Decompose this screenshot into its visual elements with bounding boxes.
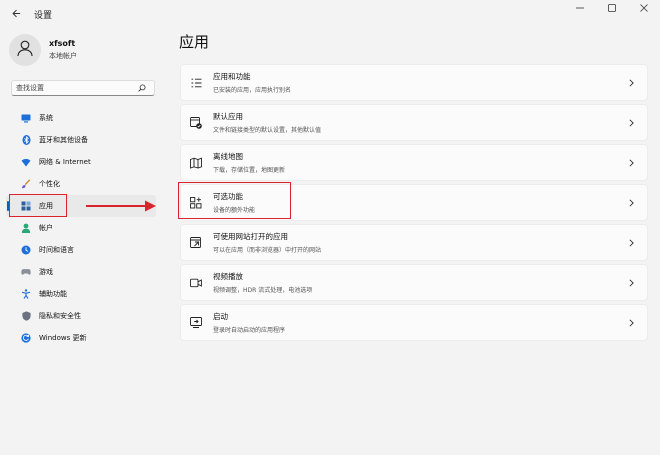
search-input[interactable] <box>12 84 136 92</box>
account-icon <box>21 223 31 233</box>
page-title: 应用 <box>179 33 210 51</box>
bluetooth-icon <box>21 135 31 145</box>
card-subtitle: 下载，存储位置，地图更新 <box>213 167 286 174</box>
user-name: xfsoft <box>49 39 76 48</box>
card-subtitle: 已安装的应用，应用执行别名 <box>213 87 292 94</box>
sidebar-item-label: 辅助功能 <box>39 290 67 298</box>
card-apps-features[interactable]: 应用和功能 已安装的应用，应用执行别名 <box>180 64 648 101</box>
card-offline-maps[interactable]: 离线地图 下载，存储位置，地图更新 <box>180 144 648 181</box>
time-language-icon <box>21 245 31 255</box>
card-title: 可使用网站打开的应用 <box>213 232 288 241</box>
window-controls <box>564 0 660 18</box>
sidebar-item-label: 隐私和安全性 <box>39 312 81 320</box>
sidebar-item-label: 帐户 <box>39 224 53 232</box>
chevron-right-icon <box>627 318 635 328</box>
maximize-button[interactable] <box>596 0 628 18</box>
close-button[interactable] <box>628 0 660 18</box>
sidebar-item-label: 系统 <box>39 114 53 122</box>
chevron-right-icon <box>627 158 635 168</box>
user-profile[interactable]: xfsoft 本地帐户 <box>9 34 77 66</box>
chevron-right-icon <box>627 278 635 288</box>
apps-for-websites-icon <box>189 236 203 250</box>
close-icon <box>640 3 648 15</box>
chevron-right-icon <box>627 198 635 208</box>
card-subtitle: 登录时自动启动的应用程序 <box>213 327 286 334</box>
sidebar-item-windows-update[interactable]: Windows 更新 <box>6 327 156 349</box>
card-startup[interactable]: 启动 登录时自动启动的应用程序 <box>180 304 648 341</box>
sidebar-item-system[interactable]: 系统 <box>6 107 156 129</box>
network-icon <box>21 157 31 167</box>
video-playback-icon <box>189 276 203 290</box>
back-arrow-icon <box>11 8 21 21</box>
card-title: 默认应用 <box>213 112 243 121</box>
maximize-icon <box>608 3 616 15</box>
search-icon[interactable] <box>136 82 148 94</box>
sidebar-item-bluetooth[interactable]: 蓝牙和其他设备 <box>6 129 156 151</box>
sidebar-item-label: 个性化 <box>39 180 60 188</box>
apps-features-icon <box>189 76 203 90</box>
sidebar-item-label: 蓝牙和其他设备 <box>39 136 88 144</box>
gaming-icon <box>21 267 31 277</box>
offline-maps-icon <box>189 156 203 170</box>
sidebar-nav: 系统 蓝牙和其他设备 网络 & Internet 个性化 应用 帐户 时间和语言… <box>0 107 170 349</box>
sidebar-item-time-language[interactable]: 时间和语言 <box>6 239 156 261</box>
sidebar-item-network[interactable]: 网络 & Internet <box>6 151 156 173</box>
sidebar-item-accessibility[interactable]: 辅助功能 <box>6 283 156 305</box>
window-title: 设置 <box>34 10 53 21</box>
card-default-apps[interactable]: 默认应用 文件和链接类型的默认设置，其他默认值 <box>180 104 648 141</box>
card-video-playback[interactable]: 视频播放 视频调整，HDR 流式处理，电池选项 <box>180 264 648 301</box>
default-apps-icon <box>189 116 203 130</box>
chevron-right-icon <box>627 78 635 88</box>
chevron-right-icon <box>627 238 635 248</box>
card-subtitle: 视频调整，HDR 流式处理，电池选项 <box>213 287 313 294</box>
sidebar-item-gaming[interactable]: 游戏 <box>6 261 156 283</box>
account-type: 本地帐户 <box>49 52 77 60</box>
sidebar-item-accounts[interactable]: 帐户 <box>6 217 156 239</box>
card-apps-for-websites[interactable]: 可使用网站打开的应用 可以在应用（而非浏览器）中打开的网站 <box>180 224 648 261</box>
user-icon <box>16 39 34 61</box>
search-box[interactable] <box>11 80 155 96</box>
shield-icon <box>21 311 31 321</box>
title-bar: 设置 <box>0 0 660 28</box>
card-highlight-box <box>178 182 291 219</box>
sidebar: xfsoft 本地帐户 系统 蓝牙和其他设备 网络 & Internet <box>0 28 170 455</box>
minimize-icon <box>576 4 584 15</box>
sidebar-item-label: Windows 更新 <box>39 334 87 342</box>
card-title: 离线地图 <box>213 152 243 161</box>
card-title: 应用和功能 <box>213 72 251 81</box>
accessibility-icon <box>21 289 31 299</box>
card-subtitle: 文件和链接类型的默认设置，其他默认值 <box>213 127 322 134</box>
system-icon <box>21 113 31 123</box>
annotation-arrow-icon <box>86 200 156 212</box>
windows-update-icon <box>21 333 31 343</box>
sidebar-highlight-box <box>9 194 67 217</box>
card-subtitle: 可以在应用（而非浏览器）中打开的网站 <box>213 247 322 254</box>
sidebar-item-personalization[interactable]: 个性化 <box>6 173 156 195</box>
avatar <box>9 34 41 66</box>
chevron-right-icon <box>627 118 635 128</box>
sidebar-item-label: 网络 & Internet <box>39 158 91 166</box>
startup-icon <box>189 316 203 330</box>
card-title: 视频播放 <box>213 272 243 281</box>
sidebar-item-label: 游戏 <box>39 268 53 276</box>
brush-icon <box>21 179 31 189</box>
minimize-button[interactable] <box>564 0 596 18</box>
sidebar-item-label: 时间和语言 <box>39 246 74 254</box>
card-title: 启动 <box>213 312 228 321</box>
back-button[interactable] <box>4 2 28 26</box>
sidebar-item-privacy[interactable]: 隐私和安全性 <box>6 305 156 327</box>
